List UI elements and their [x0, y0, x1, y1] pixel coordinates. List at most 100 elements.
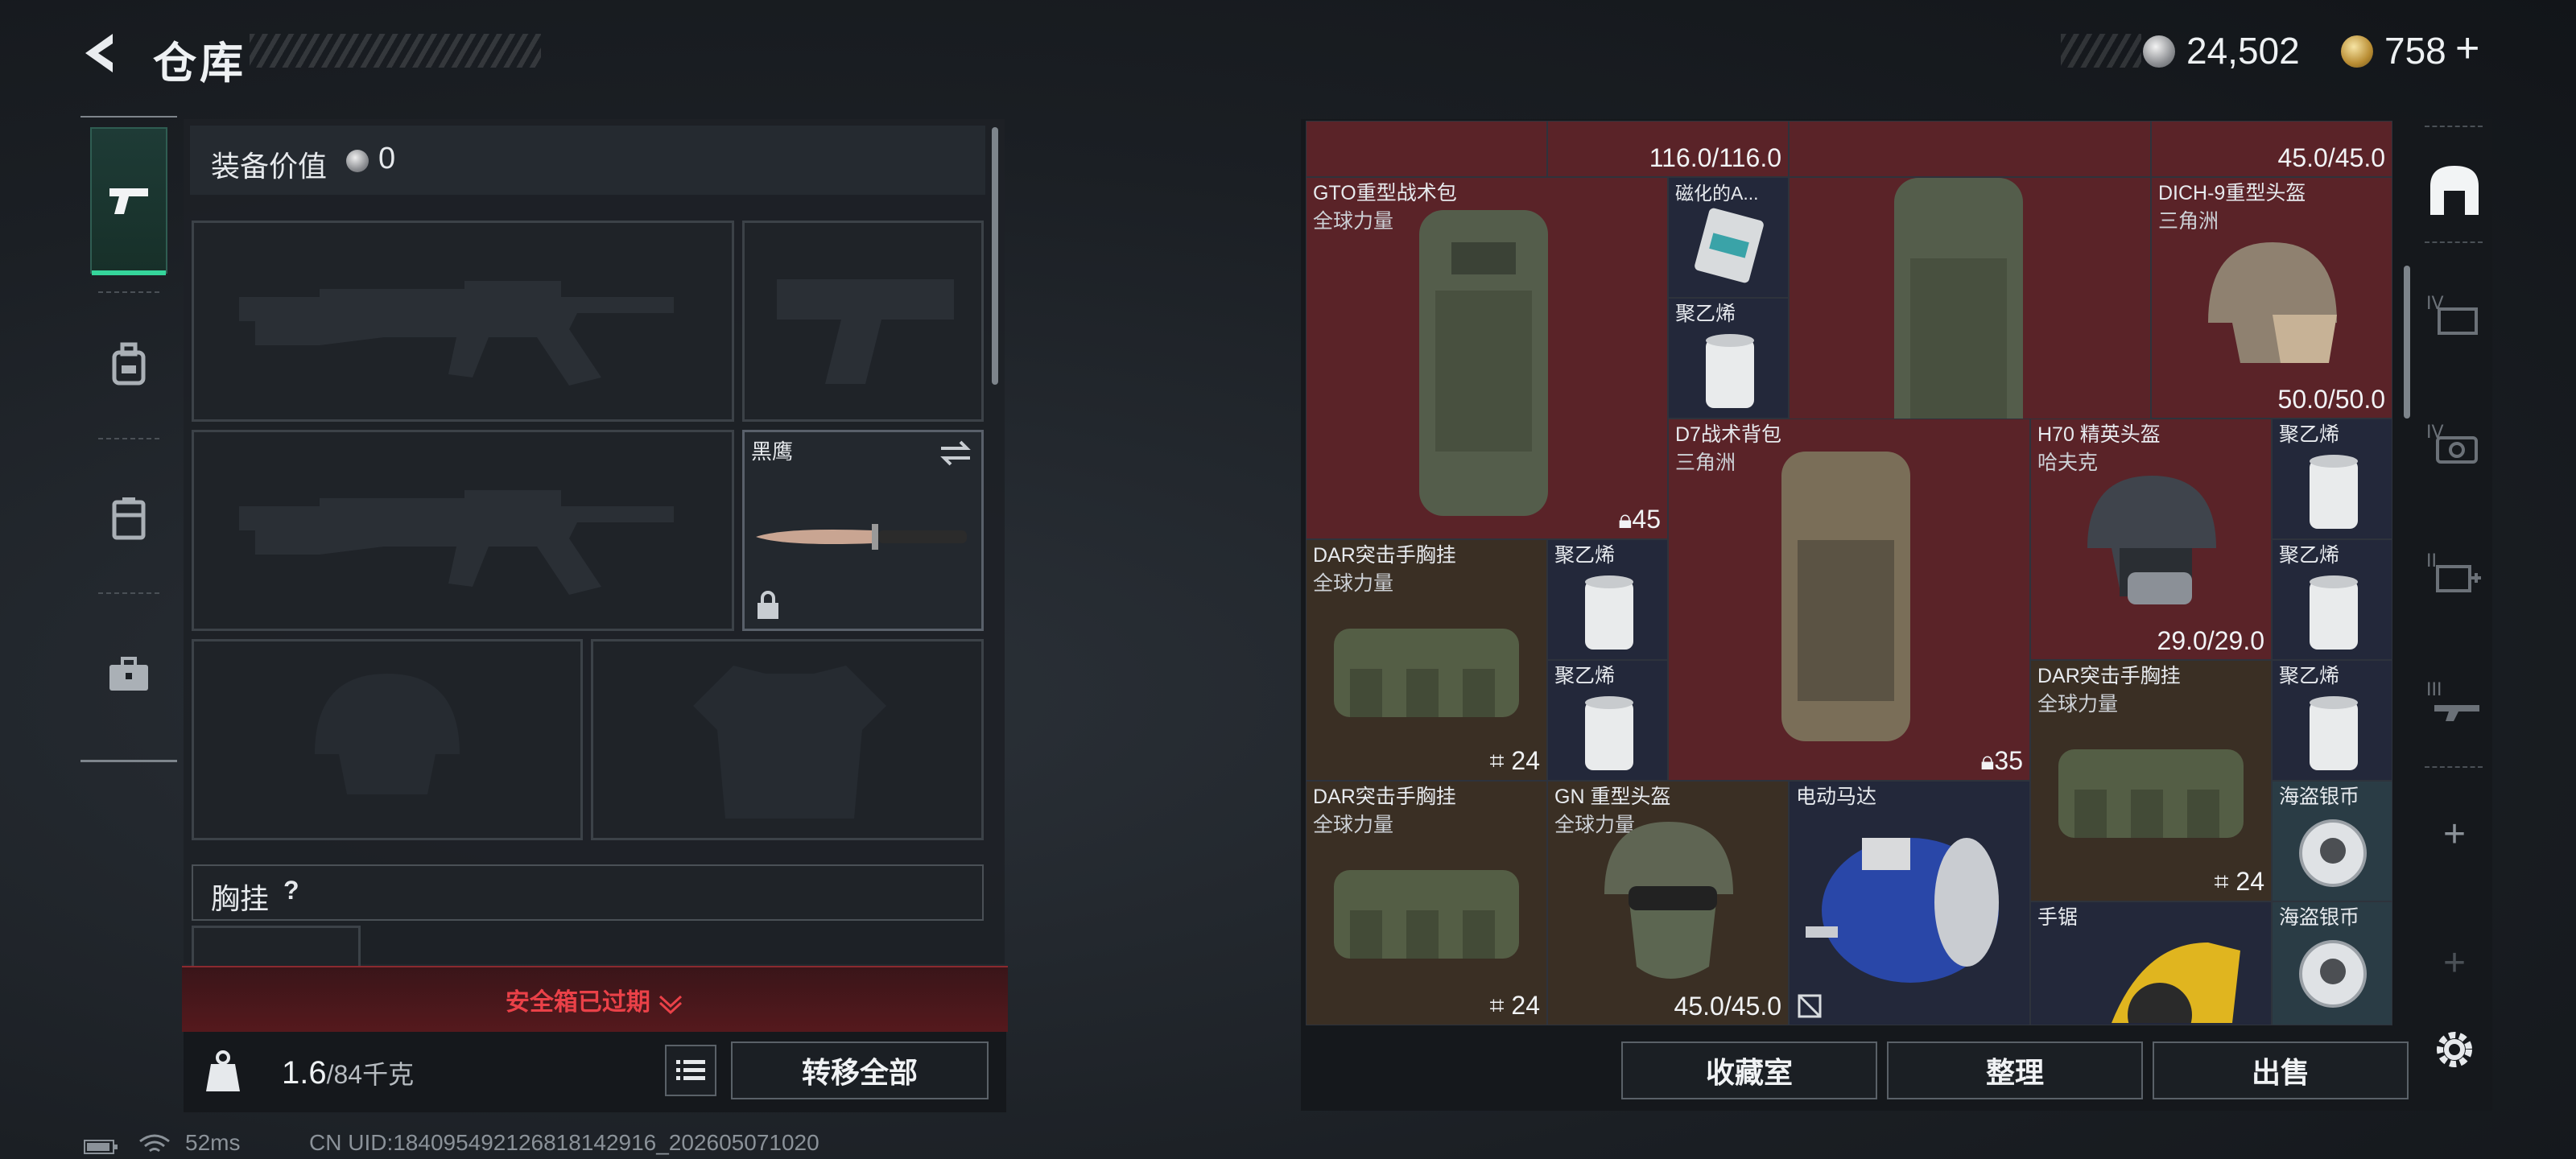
svg-text:III: III [2426, 680, 2442, 700]
item-capacity: 🔒︎35 [1980, 746, 2023, 775]
item-name: DICH-9重型头盔 [2158, 182, 2306, 204]
nav-backpack-tab[interactable] [90, 291, 167, 436]
storage-item[interactable]: 聚乙烯 [2272, 419, 2392, 539]
spool-item-icon [1585, 696, 1633, 770]
storage-item[interactable]: DAR突击手胸挂 全球力量 ⌗ 24 [1306, 781, 1547, 1025]
help-icon[interactable]: ? [283, 876, 299, 905]
storage-scrollbar[interactable] [2404, 266, 2410, 419]
item-name: 聚乙烯 [1554, 544, 1616, 567]
storage-item[interactable]: 116.0/116.0 [1547, 121, 1789, 177]
side-divider [2425, 126, 2483, 127]
item-name: 手锯 [2037, 906, 2079, 929]
sidearm-slot[interactable] [742, 221, 984, 422]
currency-decoration [2061, 34, 2141, 68]
storage-item[interactable]: DAR突击手胸挂 全球力量 ⌗ 24 [2030, 660, 2272, 901]
storage-tab-3[interactable]: III [2418, 660, 2491, 740]
storage-item[interactable]: 45.0/45.0 [2151, 121, 2392, 177]
nav-vest-tab[interactable] [90, 446, 167, 591]
item-capacity: 🔒︎45 [1618, 505, 1661, 534]
item-name: 磁化的A... [1675, 183, 1759, 204]
spool-item-icon [1585, 575, 1633, 650]
organize-button[interactable]: 整理 [1887, 1041, 2143, 1099]
coin-item-icon [2299, 940, 2367, 1008]
melee-slot[interactable]: 黑鹰 [742, 430, 984, 631]
weight-icon [206, 1050, 240, 1091]
silver-currency-value: 24,502 [2186, 30, 2300, 72]
chest-rig-item-icon [2058, 749, 2244, 838]
weight-current: 1.6 [282, 1055, 327, 1091]
camera-storage-icon: IV [2426, 423, 2478, 464]
title-decoration [250, 34, 541, 68]
swap-icon[interactable] [938, 439, 973, 468]
item-durability: 45.0/45.0 [1674, 992, 1781, 1021]
side-divider [2425, 766, 2483, 768]
silver-coin-icon [346, 150, 369, 172]
item-name: 聚乙烯 [2279, 665, 2340, 687]
storage-item[interactable]: 海盗银币 [2272, 901, 2392, 1025]
item-durability: 116.0/116.0 [1649, 143, 1781, 172]
storage-item[interactable]: 手锯 [2030, 901, 2272, 1025]
safe-box-expired-banner[interactable]: 安全箱已过期 [182, 966, 1008, 1032]
lock-icon [758, 591, 778, 619]
storage-item[interactable]: GTO重型战术包 全球力量 🔒︎45 [1306, 177, 1668, 539]
secondary-weapon-slot[interactable] [192, 430, 734, 631]
add-storage-button-disabled: + [2442, 941, 2467, 984]
storage-item[interactable]: DAR突击手胸挂 全球力量 ⌗ 24 [1306, 539, 1547, 781]
add-storage-button[interactable]: + [2418, 794, 2491, 874]
equipment-scrollbar[interactable] [992, 127, 998, 385]
storage-tab-4[interactable]: IV [2418, 274, 2491, 354]
settings-button[interactable] [2418, 1009, 2491, 1090]
weight-total: /84千克 [326, 1060, 415, 1089]
storage-item[interactable]: D7战术背包 三角洲 🔒︎35 [1668, 419, 2030, 781]
storage-item[interactable]: 聚乙烯 [1547, 660, 1668, 781]
gold-coin-icon [2341, 35, 2373, 68]
nav-divider [98, 592, 159, 594]
item-durability: 50.0/50.0 [2277, 385, 2385, 414]
armor-slot[interactable] [591, 639, 984, 840]
safe-box-expired-text: 安全箱已过期 [182, 982, 1008, 1017]
item-name: 海盗银币 [2279, 786, 2360, 808]
storage-tab-4b[interactable]: IV [2418, 402, 2491, 483]
transfer-all-button[interactable]: 转移全部 [731, 1041, 989, 1099]
item-faction: 三角洲 [1675, 452, 1736, 474]
storage-item[interactable]: H70 精英头盔 哈夫克 29.0/29.0 [2030, 419, 2272, 660]
storage-item[interactable]: 电动马达 [1789, 781, 2030, 1025]
side-divider [2425, 241, 2483, 243]
storage-item[interactable]: GN 重型头盔 全球力量 45.0/45.0 [1547, 781, 1789, 1025]
helmet-slot[interactable] [192, 639, 583, 840]
storage-item[interactable]: 磁化的A... [1668, 177, 1789, 298]
storage-item[interactable] [1306, 121, 1547, 177]
battery-icon [84, 1140, 118, 1154]
storage-item[interactable]: 聚乙烯 [2272, 660, 2392, 781]
storage-item[interactable]: 聚乙烯 [2272, 539, 2392, 660]
spool-item-icon [2310, 455, 2358, 529]
nav-case-tab[interactable] [90, 602, 167, 747]
storage-item[interactable]: 海盗银币 [2272, 781, 2392, 901]
item-durability: 45.0/45.0 [2277, 143, 2385, 172]
storage-item[interactable] [1789, 121, 2151, 177]
add-currency-button[interactable]: + [2455, 24, 2479, 72]
chest-rig-item-icon [1334, 870, 1519, 959]
storage-home-tab[interactable] [2418, 150, 2491, 230]
nav-weapons-tab[interactable] [90, 127, 167, 275]
sell-button[interactable]: 出售 [2153, 1041, 2409, 1099]
collection-room-button[interactable]: 收藏室 [1621, 1041, 1877, 1099]
storage-item[interactable]: 聚乙烯 [1547, 539, 1668, 660]
storage-item[interactable]: DICH-9重型头盔 三角洲 50.0/50.0 [2151, 177, 2392, 419]
backpack-item-icon [1419, 210, 1548, 516]
coin-item-icon [2299, 819, 2367, 887]
storage-level-icon: IV [2426, 294, 2478, 335]
medical-storage-icon: II [2426, 551, 2481, 592]
item-capacity: ⌗ 24 [1489, 746, 1540, 775]
chest-rig-slot[interactable] [192, 926, 361, 966]
chest-rig-label: 胸挂 [211, 882, 270, 915]
primary-weapon-slot[interactable] [192, 221, 734, 422]
storage-tab-2[interactable]: II [2418, 531, 2491, 612]
nav-divider [98, 438, 159, 439]
back-icon[interactable] [77, 29, 126, 77]
list-view-button[interactable] [665, 1045, 716, 1096]
equipment-value-label: 装备价值 [211, 150, 328, 183]
storage-item[interactable]: 聚乙烯 [1668, 298, 1789, 419]
uid-text: CN UID:18409549212681814​2916_2026050710… [309, 1130, 819, 1155]
spool-item-icon [2310, 575, 2358, 650]
